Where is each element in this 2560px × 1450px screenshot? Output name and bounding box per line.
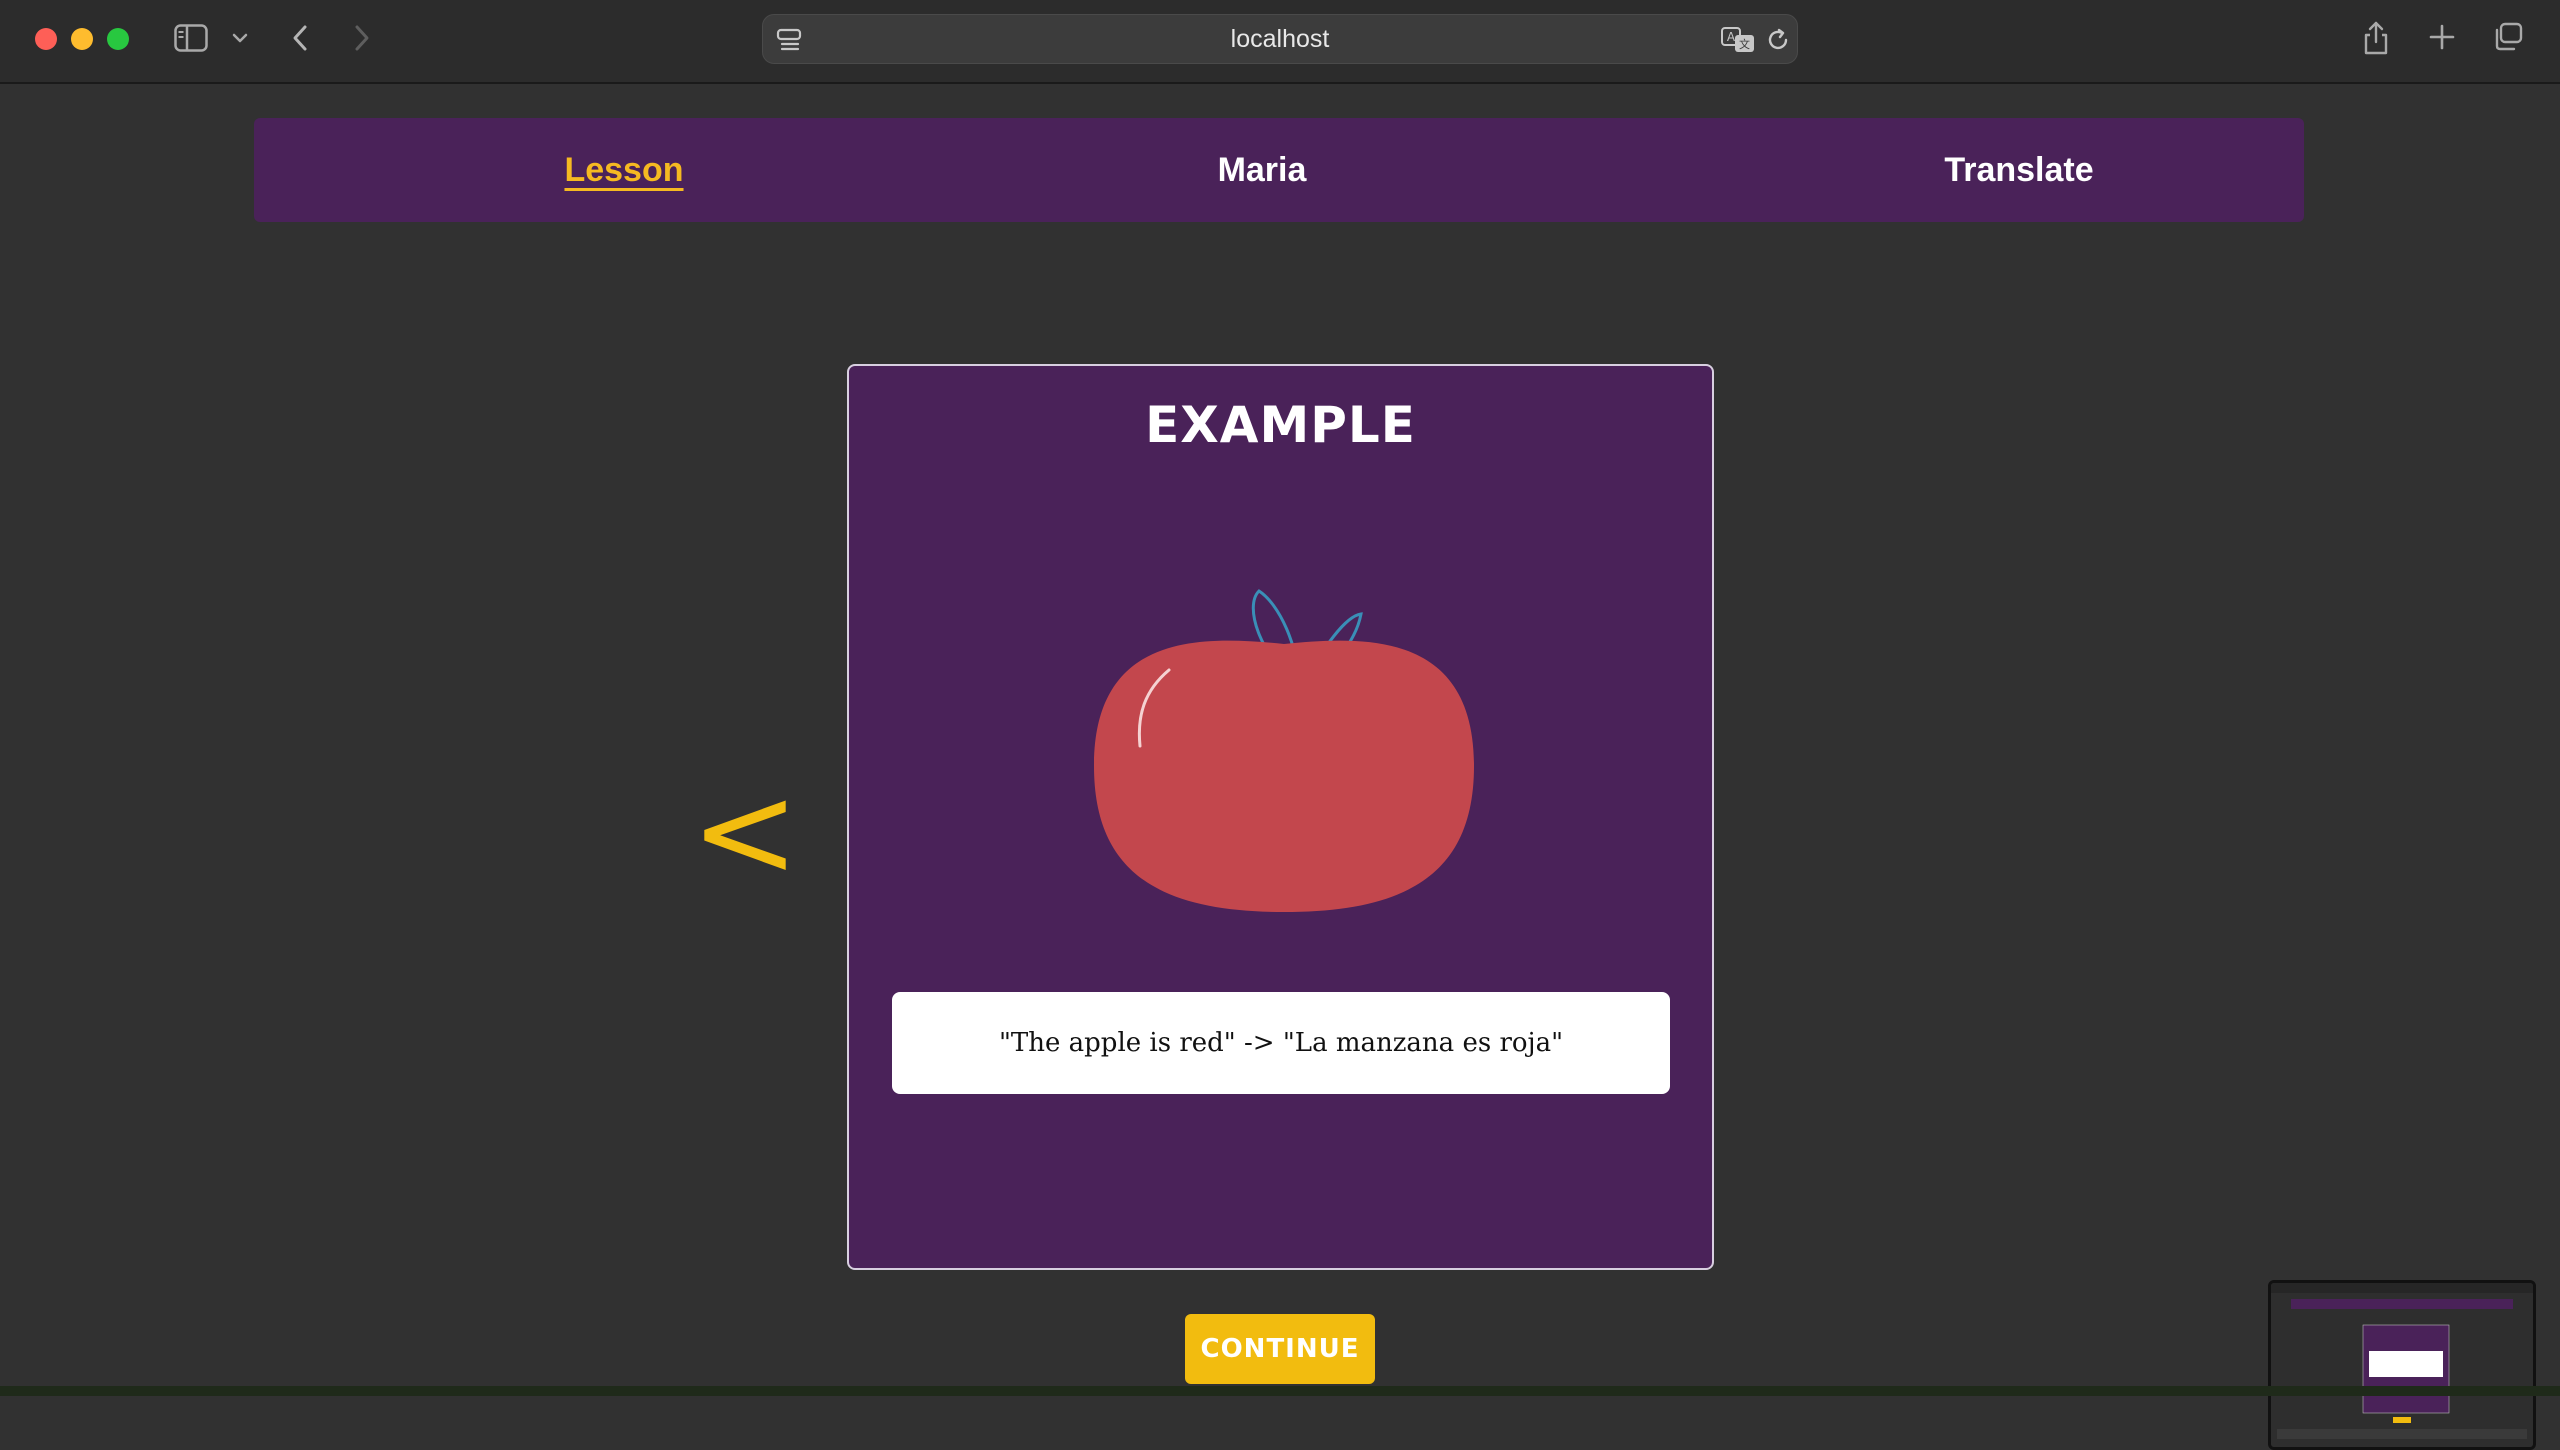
new-tab-icon[interactable] [2426,20,2458,54]
nav-lesson-link[interactable]: Lesson [471,118,777,222]
top-navigation: Lesson Maria Translate [254,118,2304,222]
svg-text:A: A [1727,30,1736,44]
svg-text:文: 文 [1739,37,1750,51]
nav-maria-link[interactable]: Maria [1112,118,1412,222]
zoom-window-button[interactable] [107,28,129,50]
lesson-card: EXAMPLE "The apple is red" -> "La manzan… [847,364,1714,1270]
forward-icon[interactable] [348,22,376,54]
close-window-button[interactable] [35,28,57,50]
tab-overview-icon[interactable] [2490,20,2526,54]
card-title: EXAMPLE [1145,396,1416,454]
nav-translate-link[interactable]: Translate [1849,118,2189,222]
address-bar[interactable]: localhost A 文 [762,14,1798,64]
example-sentence: "The apple is red" -> "La manzana es roj… [892,992,1670,1094]
browser-toolbar: localhost A 文 [0,0,2560,84]
chevron-down-icon[interactable] [230,28,250,48]
back-icon[interactable] [286,22,314,54]
sidebar-toggle-icon[interactable] [172,22,210,54]
reload-icon[interactable] [1763,25,1793,55]
url-text[interactable]: localhost [763,15,1797,63]
continue-button[interactable]: CONTINUE [1185,1314,1375,1384]
window-thumbnail-preview[interactable] [2268,1280,2536,1450]
minimize-window-button[interactable] [71,28,93,50]
translate-icon[interactable]: A 文 [1718,25,1758,55]
previous-card-button[interactable]: < [691,766,800,896]
share-icon[interactable] [2360,18,2392,58]
desktop-background-strip [0,1386,2560,1396]
page-content: Lesson Maria Translate < EXAMPLE "The ap… [0,86,2560,1450]
apple-illustration [1094,589,1474,912]
